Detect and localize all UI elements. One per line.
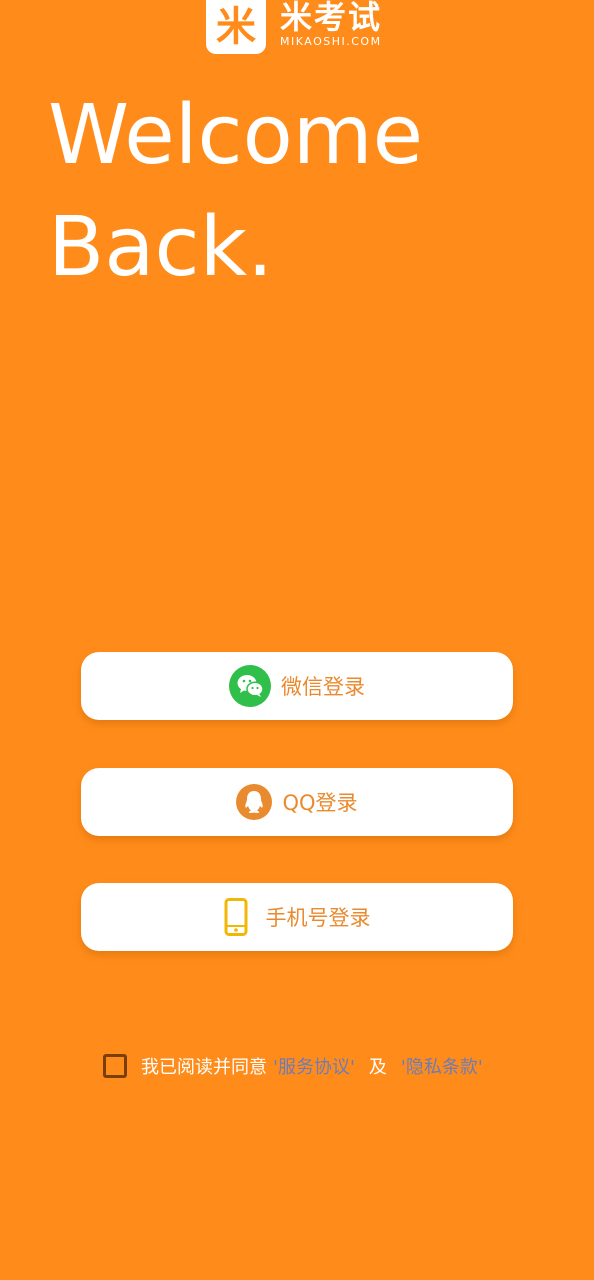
logo-mark: 米	[206, 0, 266, 54]
qq-icon	[236, 784, 273, 820]
service-agreement-link[interactable]: '服务协议'	[273, 1053, 355, 1079]
agreement-prefix: 我已阅读并同意	[141, 1057, 267, 1078]
qq-login-button[interactable]: QQ登录	[81, 768, 513, 836]
agreement-row: 我已阅读并同意 '服务协议' 及 '隐私条款'	[103, 1051, 489, 1081]
wechat-login-button[interactable]: 微信登录	[81, 652, 513, 720]
phone-login-button[interactable]: 手机号登录	[81, 883, 513, 951]
qq-login-label: QQ登录	[282, 791, 358, 815]
welcome-line-2: Back.	[48, 200, 274, 295]
welcome-headline: Welcome Back.	[48, 80, 423, 304]
welcome-line-1: Welcome	[48, 88, 424, 183]
privacy-policy-link[interactable]: '隐私条款'	[401, 1053, 483, 1079]
phone-login-label: 手机号登录	[265, 906, 371, 930]
wechat-icon	[229, 665, 271, 707]
phone-icon	[224, 898, 248, 936]
app-logo: 米 米考试 MIKAOSHI.COM	[206, 0, 382, 54]
logo-name: 米考试	[280, 0, 383, 36]
wechat-login-label: 微信登录	[281, 675, 365, 699]
agreement-checkbox[interactable]	[103, 1054, 127, 1078]
logo-text: 米考试 MIKAOSHI.COM	[280, 0, 382, 48]
logo-domain: MIKAOSHI.COM	[280, 35, 382, 48]
agreement-conjunction: 及	[368, 1057, 387, 1078]
